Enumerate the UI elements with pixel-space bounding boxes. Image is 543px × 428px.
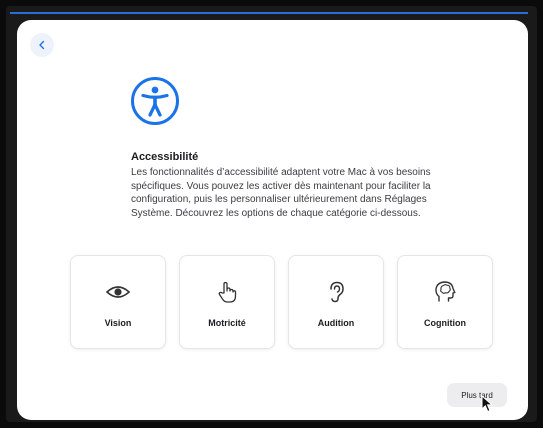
ear-icon: [322, 278, 350, 306]
page-description: Les fonctionnalités d’accessibilité adap…: [131, 167, 431, 219]
mouse-cursor-icon: [481, 394, 495, 413]
category-card-audition[interactable]: Audition: [288, 255, 384, 349]
category-label: Cognition: [424, 318, 466, 328]
category-label: Audition: [317, 318, 355, 328]
category-label: Motricité: [208, 318, 246, 328]
chevron-left-icon: [37, 38, 47, 53]
setup-window: Accessibilité Les fonctionnalités d’acce…: [17, 20, 528, 420]
later-button[interactable]: Plus tard: [447, 383, 507, 407]
accessibility-icon: [130, 76, 180, 126]
category-grid: Vision Motricité Audition Cognition: [70, 255, 494, 349]
category-card-motricite[interactable]: Motricité: [179, 255, 275, 349]
page-title: Accessibilité: [131, 151, 199, 163]
category-label: Vision: [104, 318, 132, 328]
top-accent-line: [10, 12, 528, 14]
category-card-cognition[interactable]: Cognition: [397, 255, 493, 349]
hand-pointer-icon: [213, 278, 241, 306]
category-card-vision[interactable]: Vision: [70, 255, 166, 349]
head-brain-icon: [431, 278, 459, 306]
back-button[interactable]: [30, 33, 54, 57]
eye-icon: [104, 278, 132, 306]
